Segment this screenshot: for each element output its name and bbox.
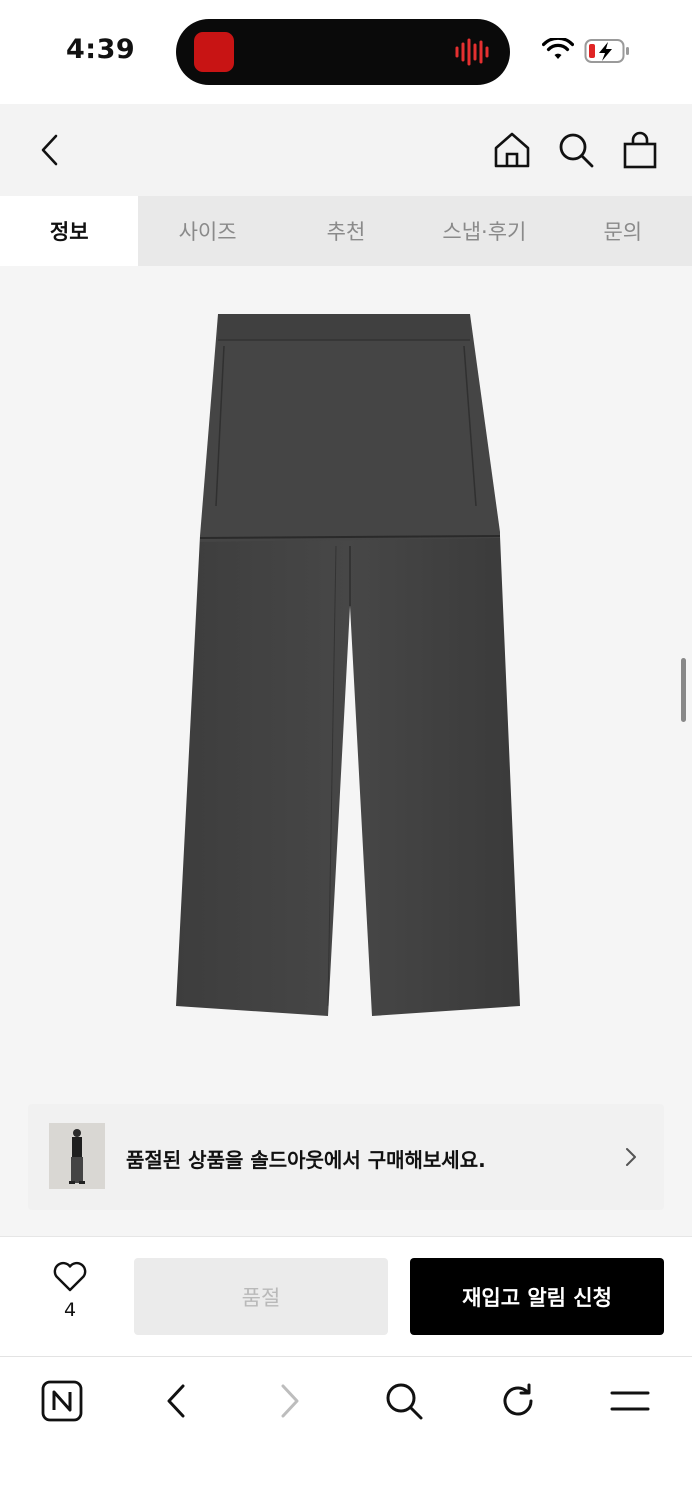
product-image[interactable] <box>160 306 540 1026</box>
naver-n-icon <box>41 1380 83 1422</box>
recording-app-icon <box>194 32 234 72</box>
home-button[interactable] <box>490 128 534 172</box>
naver-home-button[interactable] <box>38 1377 86 1425</box>
home-icon <box>494 132 530 168</box>
soldout-promo-banner[interactable]: 품절된 상품을 솔드아웃에서 구매해보세요. <box>28 1104 664 1210</box>
tab-size[interactable]: 사이즈 <box>138 196 276 266</box>
search-icon <box>386 1383 423 1420</box>
product-tabs: 정보 사이즈 추천 스냅·후기 문의 <box>0 196 692 266</box>
shopping-bag-icon <box>623 131 657 169</box>
back-button[interactable] <box>28 128 72 172</box>
status-bar: 4:39 <box>0 0 692 104</box>
browser-refresh-button[interactable] <box>494 1377 542 1425</box>
tab-info[interactable]: 정보 <box>0 196 139 266</box>
purchase-action-bar: 4 품절 재입고 알림 신청 <box>0 1236 692 1356</box>
page: 4:39 정보 사이즈 추천 스냅·후기 문의 품절된 상품을 솔드아웃에서 구… <box>0 0 692 1500</box>
back-icon <box>41 134 58 166</box>
tab-snap-review[interactable]: 스냅·후기 <box>415 196 553 266</box>
browser-toolbar <box>0 1356 692 1500</box>
app-header <box>0 104 692 196</box>
like-count: 4 <box>63 1299 77 1321</box>
battery-charging-icon <box>584 39 629 63</box>
browser-search-button[interactable] <box>380 1377 428 1425</box>
like-button[interactable]: 4 <box>40 1261 100 1331</box>
back-arrow-icon <box>167 1384 185 1418</box>
audio-wave-icon <box>455 38 489 66</box>
tab-inquiry[interactable]: 문의 <box>554 196 692 266</box>
chevron-right-icon <box>626 1148 636 1166</box>
search-icon <box>559 133 594 168</box>
cart-button[interactable] <box>618 128 662 172</box>
scroll-indicator <box>681 658 686 722</box>
restock-alert-button[interactable]: 재입고 알림 신청 <box>410 1258 664 1335</box>
wifi-icon <box>542 38 574 59</box>
browser-back-button[interactable] <box>152 1377 200 1425</box>
search-button[interactable] <box>554 128 598 172</box>
refresh-icon <box>503 1383 533 1416</box>
heart-icon <box>53 1261 87 1292</box>
forward-arrow-icon <box>281 1384 299 1418</box>
soldout-button[interactable]: 품절 <box>134 1258 388 1335</box>
status-time: 4:39 <box>66 34 136 65</box>
soldout-promo-text: 품절된 상품을 솔드아웃에서 구매해보세요. <box>126 1148 486 1172</box>
tab-recommend[interactable]: 추천 <box>277 196 415 266</box>
dynamic-island <box>176 19 510 85</box>
browser-menu-button[interactable] <box>606 1377 654 1425</box>
menu-icon <box>610 1391 650 1411</box>
product-section: 품절된 상품을 솔드아웃에서 구매해보세요. <box>0 266 692 1236</box>
browser-forward-button[interactable] <box>266 1377 314 1425</box>
soldout-thumbnail <box>49 1123 105 1189</box>
